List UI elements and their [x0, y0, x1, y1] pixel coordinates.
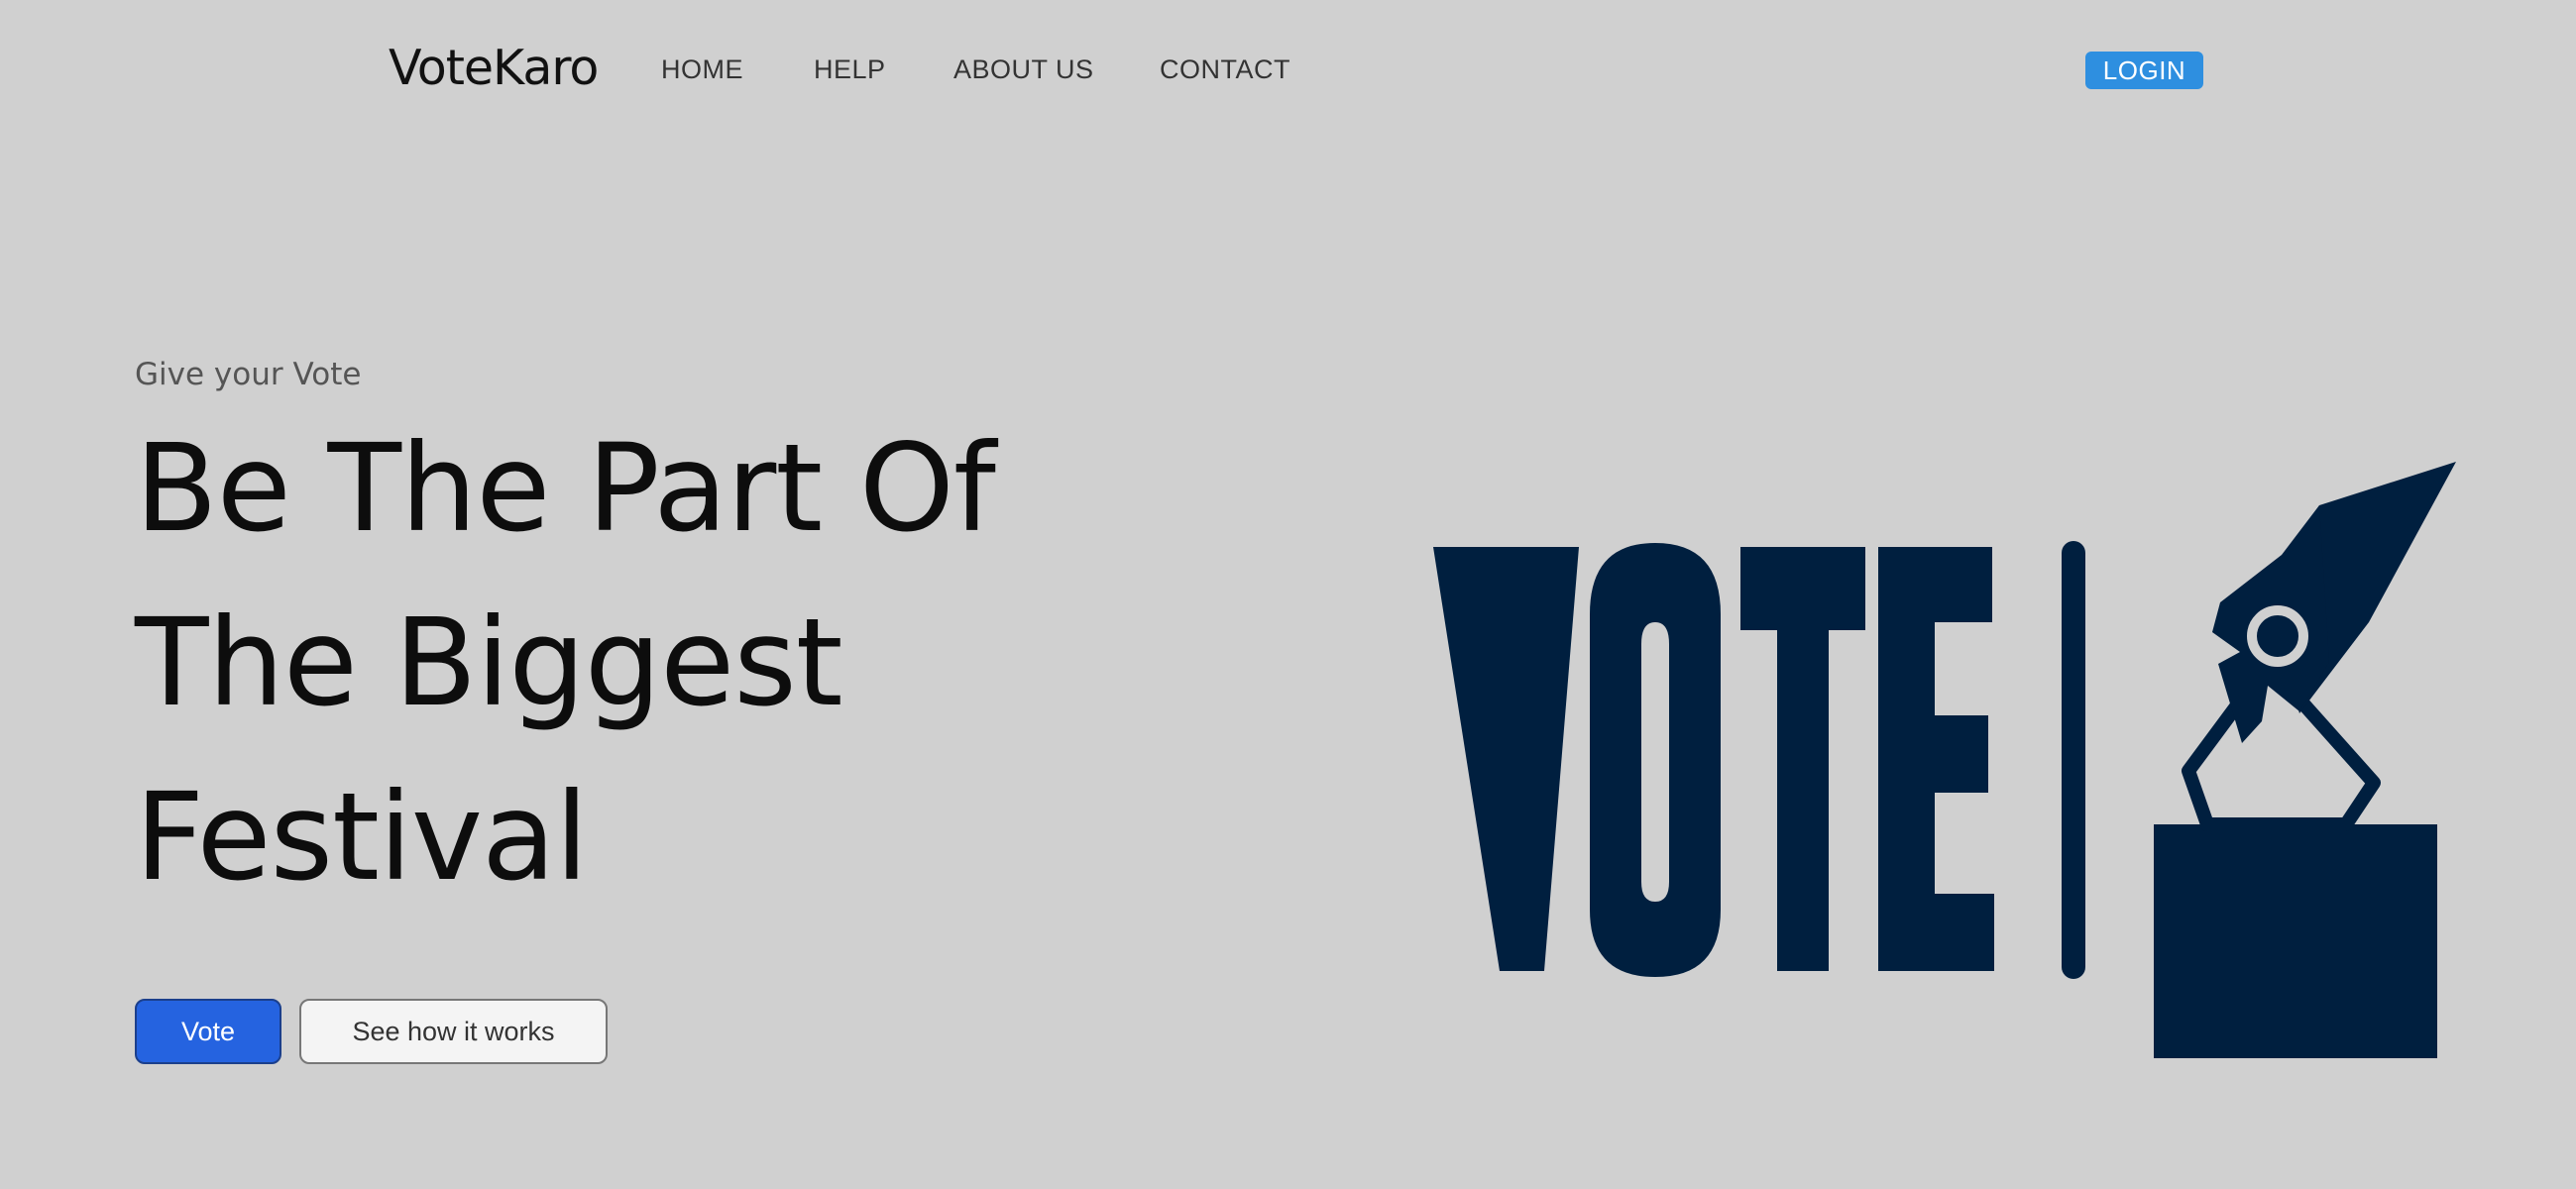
vote-letter-o [1590, 543, 1721, 977]
vote-illustration [1433, 462, 2456, 1058]
see-how-it-works-button[interactable]: See how it works [299, 999, 608, 1064]
nav-contact[interactable]: CONTACT [1160, 54, 1290, 85]
headline-line: The Biggest [135, 593, 843, 733]
headline-line: Be The Part Of [135, 418, 996, 559]
nav-home[interactable]: HOME [661, 54, 743, 85]
nav-help[interactable]: HELP [814, 54, 886, 85]
nav-about-us[interactable]: ABOUT US [953, 54, 1094, 85]
hero-headline: Be The Part Of The Biggest Festival [135, 401, 1126, 924]
divider-bar [2062, 541, 2085, 979]
vote-letter-t [1740, 547, 1865, 971]
brand-logo[interactable]: VoteKaro [389, 40, 599, 96]
login-button[interactable]: LOGIN [2085, 52, 2203, 89]
vote-letter-v [1433, 547, 1579, 971]
hero-eyebrow: Give your Vote [135, 357, 362, 392]
vote-letter-e [1878, 547, 1994, 971]
headline-line: Festival [135, 767, 589, 908]
vote-button[interactable]: Vote [135, 999, 281, 1064]
ballot-box-icon [2154, 462, 2456, 1058]
